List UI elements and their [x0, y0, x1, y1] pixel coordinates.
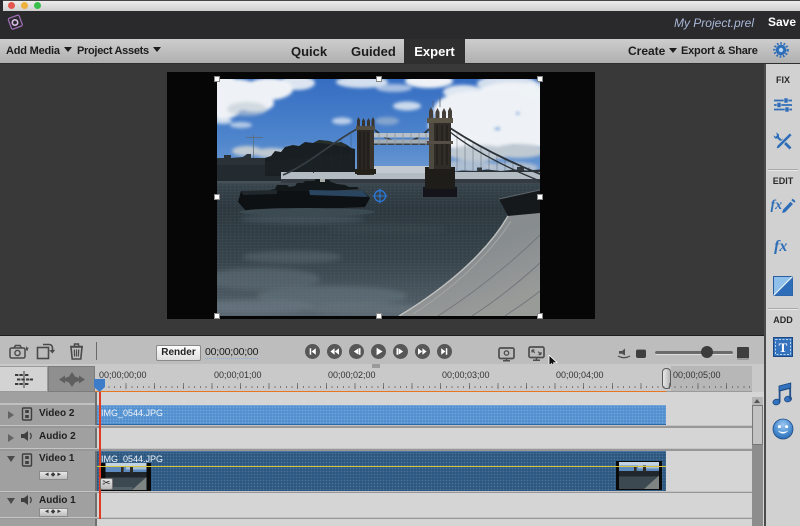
- svg-text:T: T: [779, 340, 788, 355]
- svg-text:fx: fx: [774, 238, 787, 254]
- svg-text:fx: fx: [771, 198, 783, 213]
